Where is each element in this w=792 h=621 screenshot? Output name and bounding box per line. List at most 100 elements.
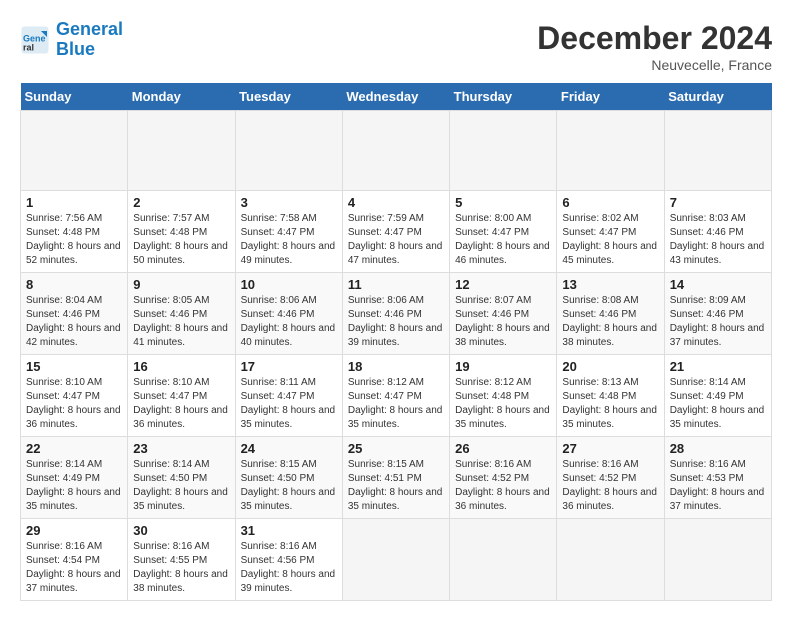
calendar-cell: 17 Sunrise: 8:11 AMSunset: 4:47 PMDaylig… [235, 355, 342, 437]
day-number: 22 [26, 441, 122, 456]
col-sunday: Sunday [21, 83, 128, 111]
calendar-cell: 28 Sunrise: 8:16 AMSunset: 4:53 PMDaylig… [664, 437, 771, 519]
day-number: 14 [670, 277, 766, 292]
day-info: Sunrise: 8:12 AMSunset: 4:48 PMDaylight:… [455, 377, 550, 430]
day-number: 29 [26, 523, 122, 538]
col-saturday: Saturday [664, 83, 771, 111]
day-number: 3 [241, 195, 337, 210]
calendar-row: 1 Sunrise: 7:56 AMSunset: 4:48 PMDayligh… [21, 191, 772, 273]
calendar-cell: 14 Sunrise: 8:09 AMSunset: 4:46 PMDaylig… [664, 273, 771, 355]
day-number: 24 [241, 441, 337, 456]
day-info: Sunrise: 8:06 AMSunset: 4:46 PMDaylight:… [348, 295, 443, 348]
calendar-cell: 19 Sunrise: 8:12 AMSunset: 4:48 PMDaylig… [450, 355, 557, 437]
day-info: Sunrise: 8:16 AMSunset: 4:54 PMDaylight:… [26, 541, 121, 594]
day-info: Sunrise: 8:14 AMSunset: 4:49 PMDaylight:… [26, 459, 121, 512]
day-number: 18 [348, 359, 444, 374]
day-info: Sunrise: 8:16 AMSunset: 4:55 PMDaylight:… [133, 541, 228, 594]
calendar-cell [664, 519, 771, 601]
calendar-cell [235, 111, 342, 191]
day-info: Sunrise: 8:08 AMSunset: 4:46 PMDaylight:… [562, 295, 657, 348]
col-thursday: Thursday [450, 83, 557, 111]
day-number: 17 [241, 359, 337, 374]
calendar-cell: 30 Sunrise: 8:16 AMSunset: 4:55 PMDaylig… [128, 519, 235, 601]
day-number: 6 [562, 195, 658, 210]
calendar-cell [128, 111, 235, 191]
calendar-cell: 4 Sunrise: 7:59 AMSunset: 4:47 PMDayligh… [342, 191, 449, 273]
day-number: 25 [348, 441, 444, 456]
day-number: 9 [133, 277, 229, 292]
day-info: Sunrise: 8:15 AMSunset: 4:51 PMDaylight:… [348, 459, 443, 512]
day-info: Sunrise: 8:10 AMSunset: 4:47 PMDaylight:… [26, 377, 121, 430]
logo-text: General Blue [56, 20, 123, 60]
calendar-cell: 3 Sunrise: 7:58 AMSunset: 4:47 PMDayligh… [235, 191, 342, 273]
calendar-cell: 18 Sunrise: 8:12 AMSunset: 4:47 PMDaylig… [342, 355, 449, 437]
day-info: Sunrise: 8:13 AMSunset: 4:48 PMDaylight:… [562, 377, 657, 430]
calendar-cell [342, 111, 449, 191]
calendar-cell: 6 Sunrise: 8:02 AMSunset: 4:47 PMDayligh… [557, 191, 664, 273]
col-monday: Monday [128, 83, 235, 111]
day-info: Sunrise: 8:06 AMSunset: 4:46 PMDaylight:… [241, 295, 336, 348]
calendar-cell: 27 Sunrise: 8:16 AMSunset: 4:52 PMDaylig… [557, 437, 664, 519]
calendar-cell: 7 Sunrise: 8:03 AMSunset: 4:46 PMDayligh… [664, 191, 771, 273]
day-number: 27 [562, 441, 658, 456]
calendar-cell: 24 Sunrise: 8:15 AMSunset: 4:50 PMDaylig… [235, 437, 342, 519]
day-number: 19 [455, 359, 551, 374]
calendar-cell: 5 Sunrise: 8:00 AMSunset: 4:47 PMDayligh… [450, 191, 557, 273]
day-number: 26 [455, 441, 551, 456]
logo-icon: Gene ral [20, 25, 50, 55]
calendar-cell [21, 111, 128, 191]
day-info: Sunrise: 7:57 AMSunset: 4:48 PMDaylight:… [133, 213, 228, 266]
calendar-cell: 21 Sunrise: 8:14 AMSunset: 4:49 PMDaylig… [664, 355, 771, 437]
calendar-cell: 13 Sunrise: 8:08 AMSunset: 4:46 PMDaylig… [557, 273, 664, 355]
calendar-row: 15 Sunrise: 8:10 AMSunset: 4:47 PMDaylig… [21, 355, 772, 437]
calendar-cell [450, 519, 557, 601]
day-number: 2 [133, 195, 229, 210]
day-info: Sunrise: 7:59 AMSunset: 4:47 PMDaylight:… [348, 213, 443, 266]
day-number: 7 [670, 195, 766, 210]
logo-line2: Blue [56, 39, 95, 59]
calendar-header-row: Sunday Monday Tuesday Wednesday Thursday… [21, 83, 772, 111]
calendar-cell: 16 Sunrise: 8:10 AMSunset: 4:47 PMDaylig… [128, 355, 235, 437]
day-info: Sunrise: 8:02 AMSunset: 4:47 PMDaylight:… [562, 213, 657, 266]
calendar-cell [342, 519, 449, 601]
day-number: 4 [348, 195, 444, 210]
calendar-cell: 9 Sunrise: 8:05 AMSunset: 4:46 PMDayligh… [128, 273, 235, 355]
calendar-cell [450, 111, 557, 191]
calendar-cell: 22 Sunrise: 8:14 AMSunset: 4:49 PMDaylig… [21, 437, 128, 519]
title-block: December 2024 Neuvecelle, France [537, 20, 772, 73]
subtitle: Neuvecelle, France [537, 57, 772, 73]
calendar-cell: 15 Sunrise: 8:10 AMSunset: 4:47 PMDaylig… [21, 355, 128, 437]
main-title: December 2024 [537, 20, 772, 57]
day-info: Sunrise: 8:16 AMSunset: 4:56 PMDaylight:… [241, 541, 336, 594]
day-number: 11 [348, 277, 444, 292]
svg-text:ral: ral [23, 42, 34, 52]
day-info: Sunrise: 8:16 AMSunset: 4:52 PMDaylight:… [562, 459, 657, 512]
day-number: 31 [241, 523, 337, 538]
day-number: 20 [562, 359, 658, 374]
calendar-cell: 20 Sunrise: 8:13 AMSunset: 4:48 PMDaylig… [557, 355, 664, 437]
logo: Gene ral General Blue [20, 20, 123, 60]
calendar-cell: 29 Sunrise: 8:16 AMSunset: 4:54 PMDaylig… [21, 519, 128, 601]
day-info: Sunrise: 8:14 AMSunset: 4:50 PMDaylight:… [133, 459, 228, 512]
day-number: 10 [241, 277, 337, 292]
calendar-cell: 2 Sunrise: 7:57 AMSunset: 4:48 PMDayligh… [128, 191, 235, 273]
col-friday: Friday [557, 83, 664, 111]
day-info: Sunrise: 7:56 AMSunset: 4:48 PMDaylight:… [26, 213, 121, 266]
calendar-cell: 1 Sunrise: 7:56 AMSunset: 4:48 PMDayligh… [21, 191, 128, 273]
day-number: 5 [455, 195, 551, 210]
day-number: 21 [670, 359, 766, 374]
day-number: 8 [26, 277, 122, 292]
calendar-cell: 25 Sunrise: 8:15 AMSunset: 4:51 PMDaylig… [342, 437, 449, 519]
calendar-cell: 11 Sunrise: 8:06 AMSunset: 4:46 PMDaylig… [342, 273, 449, 355]
day-info: Sunrise: 8:15 AMSunset: 4:50 PMDaylight:… [241, 459, 336, 512]
page-header: Gene ral General Blue December 2024 Neuv… [20, 20, 772, 73]
day-number: 15 [26, 359, 122, 374]
col-tuesday: Tuesday [235, 83, 342, 111]
calendar-table: Sunday Monday Tuesday Wednesday Thursday… [20, 83, 772, 601]
day-info: Sunrise: 8:10 AMSunset: 4:47 PMDaylight:… [133, 377, 228, 430]
day-info: Sunrise: 7:58 AMSunset: 4:47 PMDaylight:… [241, 213, 336, 266]
day-info: Sunrise: 8:16 AMSunset: 4:52 PMDaylight:… [455, 459, 550, 512]
calendar-cell: 23 Sunrise: 8:14 AMSunset: 4:50 PMDaylig… [128, 437, 235, 519]
calendar-cell: 10 Sunrise: 8:06 AMSunset: 4:46 PMDaylig… [235, 273, 342, 355]
calendar-cell: 8 Sunrise: 8:04 AMSunset: 4:46 PMDayligh… [21, 273, 128, 355]
